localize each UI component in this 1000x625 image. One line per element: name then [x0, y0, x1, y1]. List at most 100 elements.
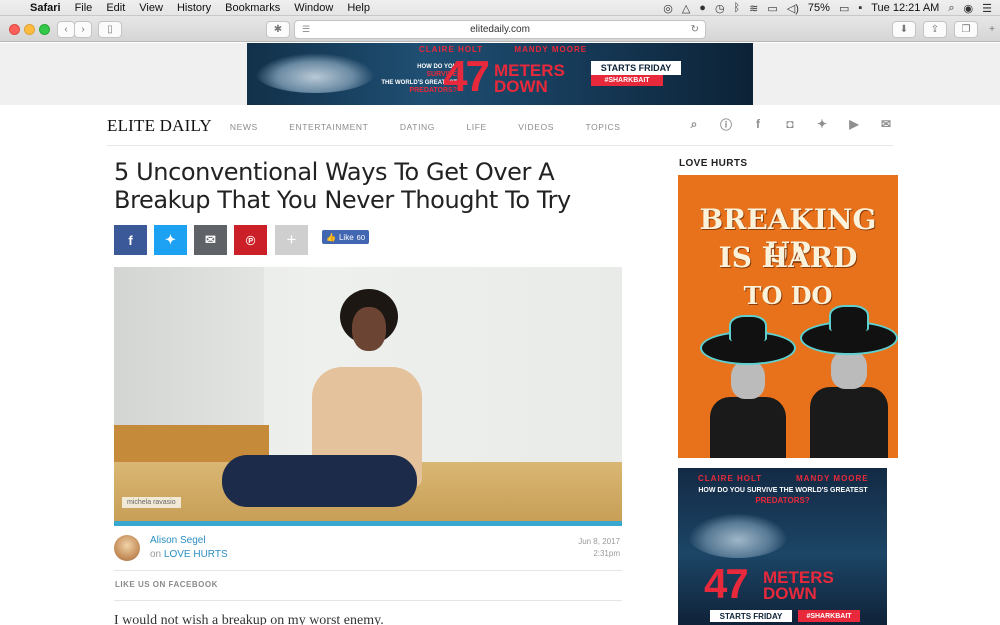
share-twitter-button[interactable]: ✦ — [154, 225, 187, 255]
twitter-icon[interactable]: ✦ — [815, 117, 829, 131]
siri-icon[interactable]: ◉ — [964, 2, 974, 15]
sidebar-icon[interactable]: ▯ — [98, 21, 122, 38]
reload-icon[interactable]: ↻ — [691, 24, 699, 35]
menu-safari[interactable]: Safari — [30, 2, 61, 14]
article-headline: 5 Unconventional Ways To Get Over A Brea… — [114, 158, 571, 214]
like-us-on-facebook-link[interactable]: LIKE US ON FACEBOOK — [115, 580, 218, 589]
menu-edit[interactable]: Edit — [106, 2, 125, 14]
share-icon[interactable]: ⇪ — [923, 21, 947, 38]
like-label: Like — [338, 232, 354, 242]
mariachi-face — [831, 351, 867, 389]
banner-title-line2: DOWN — [494, 77, 548, 96]
site-header: ELITE DAILY NEWS ENTERTAINMENT DATING LI… — [107, 106, 893, 146]
main-nav: NEWS ENTERTAINMENT DATING LIFE VIDEOS TO… — [230, 117, 648, 135]
downloads-icon[interactable]: ⬇ — [892, 21, 916, 38]
drive-icon[interactable]: △ — [682, 2, 690, 15]
flag-icon[interactable]: ▪ — [858, 2, 862, 14]
tabs-overview-icon[interactable]: ❐ — [954, 21, 978, 38]
time-machine-icon[interactable]: ◷ — [715, 2, 725, 15]
nav-dating[interactable]: DATING — [400, 122, 435, 132]
photo-accent-bar — [114, 521, 622, 526]
nav-life[interactable]: LIFE — [466, 122, 486, 132]
sidebar-heading[interactable]: LOVE HURTS — [679, 158, 747, 169]
share-more-button[interactable]: + — [275, 225, 308, 255]
article-date-text: Jun 8, 2017 — [578, 537, 620, 546]
address-bar[interactable]: ☰ elitedaily.com ↻ — [294, 20, 706, 39]
menu-bookmarks[interactable]: Bookmarks — [225, 2, 280, 14]
article-date: Jun 8, 2017 2:31pm — [578, 536, 620, 560]
photo-subject-legs — [222, 455, 417, 507]
shark-image — [688, 513, 788, 558]
article-category: on LOVE HURTS — [150, 549, 228, 560]
email-icon[interactable]: ✉ — [879, 117, 893, 131]
battery-percent[interactable]: 75% — [808, 2, 830, 14]
mariachi-body — [709, 397, 787, 458]
share-pinterest-button[interactable]: ℗ — [234, 225, 267, 255]
menu-clock[interactable]: Tue 12:21 AM — [871, 2, 939, 14]
notification-icon[interactable]: ● — [699, 2, 706, 14]
nav-topics[interactable]: TOPICS — [585, 122, 620, 132]
banner-big-number: 47 — [443, 52, 490, 101]
spotlight-icon[interactable]: ⌕ — [948, 2, 954, 15]
wifi-icon[interactable]: ≋ — [749, 2, 758, 15]
forward-button[interactable]: › — [74, 21, 92, 38]
category-link[interactable]: LOVE HURTS — [164, 549, 228, 560]
plus-icon: + — [286, 230, 297, 249]
top-banner-ad[interactable]: CLAIRE HOLT MANDY MOORE HOW DO YOU SURVI… — [247, 43, 753, 105]
banner-title: METERS DOWN — [494, 62, 565, 96]
battery-icon[interactable]: ▭ — [839, 2, 849, 15]
banner-actor-2: MANDY MOORE — [514, 45, 588, 54]
thumbs-up-icon: 👍 — [326, 232, 336, 242]
menu-window[interactable]: Window — [294, 2, 333, 14]
volume-icon[interactable]: ◁) — [787, 2, 799, 15]
article-body-start: I would not wish a breakup on my worst e… — [114, 613, 384, 625]
nav-entertainment[interactable]: ENTERTAINMENT — [289, 122, 368, 132]
menu-help[interactable]: Help — [347, 2, 370, 14]
header-social-icons: ⌕ ⓘ f ◘ ✦ ▶ ✉ — [687, 117, 893, 132]
status-area: ◎ △ ● ◷ ᛒ ≋ ▭ ◁) 75% ▭ ▪ Tue 12:21 AM ⌕ … — [663, 0, 992, 16]
minimize-window-button[interactable] — [24, 24, 35, 35]
close-window-button[interactable] — [9, 24, 20, 35]
author-avatar[interactable] — [114, 535, 140, 561]
divider — [114, 600, 622, 601]
nav-news[interactable]: NEWS — [230, 122, 258, 132]
twitter-icon: ✦ — [165, 232, 176, 247]
fullscreen-window-button[interactable] — [39, 24, 50, 35]
article-hero-image: michela ravasio — [114, 267, 622, 522]
airplay-icon[interactable]: ▭ — [767, 2, 777, 15]
banner-hashtag: #SHARKBAIT — [591, 75, 663, 86]
sidebar-promo-image[interactable]: BREAKING UP IS HARD TO DO — [678, 175, 898, 458]
ad-tagline: HOW DO YOU SURVIVE THE WORLD'S GREATEST — [698, 487, 868, 494]
search-icon[interactable]: ⌕ — [687, 117, 701, 131]
share-email-button[interactable]: ✉ — [194, 225, 227, 255]
mariachi-figure-right — [800, 305, 898, 458]
facebook-like-button[interactable]: 👍 Like 60 — [322, 230, 369, 244]
sombrero-crown — [728, 315, 768, 341]
menu-file[interactable]: File — [75, 2, 93, 14]
youtube-icon[interactable]: ▶ — [847, 117, 861, 131]
notification-center-icon[interactable]: ☰ — [982, 2, 992, 15]
reader-icon[interactable]: ☰ — [302, 24, 310, 35]
menu-history[interactable]: History — [177, 2, 211, 14]
mariachi-figure-left — [700, 315, 796, 458]
share-facebook-button[interactable]: f — [114, 225, 147, 255]
sombrero-crown — [829, 305, 869, 331]
site-logo[interactable]: ELITE DAILY — [107, 116, 212, 136]
instagram-icon[interactable]: ◘ — [783, 117, 797, 131]
ad-starts: STARTS FRIDAY — [710, 610, 792, 622]
facebook-icon[interactable]: f — [751, 117, 765, 131]
nav-videos[interactable]: VIDEOS — [518, 122, 554, 132]
url-text: elitedaily.com — [470, 24, 530, 35]
new-tab-icon[interactable]: + — [985, 21, 999, 38]
sidebar-movie-ad[interactable]: CLAIRE HOLT MANDY MOORE HOW DO YOU SURVI… — [678, 468, 887, 625]
creative-cloud-icon[interactable]: ◎ — [663, 2, 673, 15]
menu-bar: Safari File Edit View History Bookmarks … — [0, 0, 1000, 16]
photo-credit: michela ravasio — [122, 497, 181, 508]
author-link[interactable]: Alison Segel — [150, 535, 206, 546]
promo-title-line3: TO DO — [743, 281, 833, 310]
menu-view[interactable]: View — [139, 2, 163, 14]
info-icon[interactable]: ⓘ — [719, 117, 733, 132]
extension-icon[interactable]: ✱ — [266, 21, 290, 38]
bluetooth-icon[interactable]: ᛒ — [734, 2, 741, 14]
back-button[interactable]: ‹ — [57, 21, 75, 38]
